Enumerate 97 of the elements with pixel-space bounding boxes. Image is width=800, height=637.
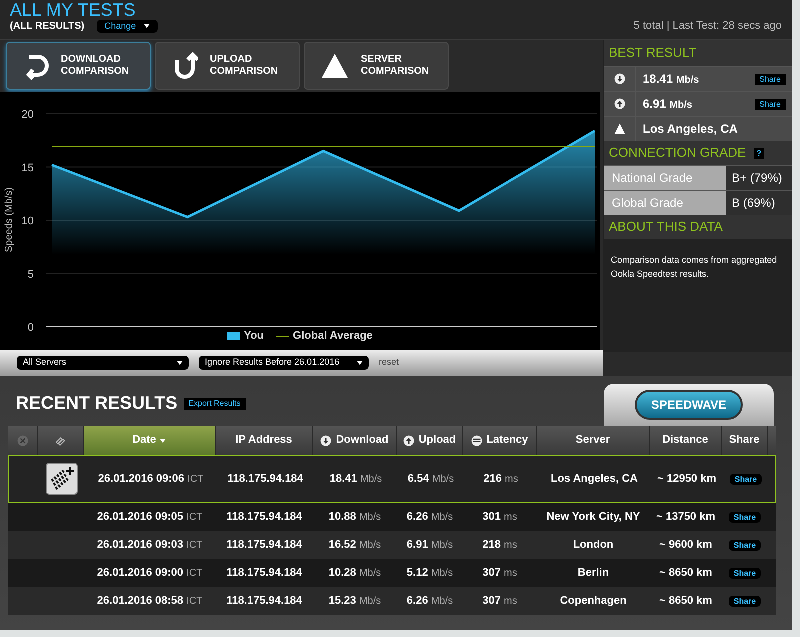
page-subtitle: (ALL RESULTS) — [10, 20, 85, 34]
y-tick-label: 10 — [22, 216, 34, 228]
result-row[interactable]: 26.01.2016 09:00 ICT 118.175.94.184 10.28 Mb/s 5.12 Mb/s 307 ms Berlin ~ 8650 km Share — [8, 559, 776, 587]
result-row[interactable]: 26.01.2016 09:06 ICT 118.175.94.184 18.41 Mb/s 6.54 Mb/s 216 ms Los Angeles, CA ~ 12950 km Share — [8, 455, 776, 503]
download-cell: 15.23 Mb/s — [328, 594, 382, 607]
section-heading: ABOUT THIS DATA — [604, 215, 792, 239]
legend-line — [276, 336, 290, 337]
section-title: RECENT RESULTS — [16, 392, 178, 415]
upload-cell: 6.54 Mb/s — [408, 472, 454, 485]
legend-label: You — [244, 329, 264, 344]
share-button[interactable]: Share — [728, 512, 762, 522]
triangle-icon — [321, 53, 349, 79]
download-cell: 10.28 Mb/s — [328, 566, 382, 579]
upload-arrow-icon — [172, 52, 198, 80]
upload-cell: 6.26 Mb/s — [406, 594, 454, 607]
y-tick-label: 5 — [28, 268, 34, 281]
down-arrow-circle-icon — [320, 434, 332, 446]
best-value: Los Angeles, CA — [642, 121, 739, 138]
grade-value: B (69%) — [726, 191, 792, 215]
upload-cell: 6.26 Mb/s — [406, 510, 454, 523]
share-button[interactable]: Share — [754, 74, 786, 84]
column-header[interactable]: Date — [84, 426, 216, 455]
share-button[interactable]: Share — [728, 540, 762, 550]
date-cell: 26.01.2016 09:00 ICT — [97, 566, 203, 579]
latency-cell: 301 ms — [482, 510, 518, 523]
caret-icon — [357, 360, 363, 366]
server-select[interactable]: All Servers — [17, 356, 189, 370]
legend-label: Global Average — [293, 329, 373, 344]
server-cell: Los Angeles, CA — [551, 472, 638, 485]
upload-cell: 6.91 Mb/s — [406, 538, 454, 551]
result-row[interactable]: 26.01.2016 09:03 ICT 118.175.94.184 16.52 Mb/s 6.91 Mb/s 218 ms London ~ 9600 km Share — [8, 531, 776, 559]
section-heading: CONNECTION GRADE — [609, 144, 746, 162]
grade-label: Global Grade — [604, 191, 726, 215]
comparison-tab[interactable]: DOWNLOAD COMPARISON — [6, 42, 151, 90]
section-heading: BEST RESULT — [604, 40, 792, 66]
ip-cell: 118.175.94.184 — [226, 510, 302, 523]
ip-cell: 118.175.94.184 — [226, 538, 302, 551]
caret-icon — [177, 360, 183, 366]
distance-cell: ~ 8650 km — [660, 566, 712, 579]
share-button[interactable]: Share — [728, 596, 762, 606]
ip-cell: 118.175.94.184 — [226, 594, 302, 607]
change-dropdown[interactable]: Change — [96, 20, 158, 33]
download-cell: 10.88 Mb/s — [328, 510, 382, 523]
distance-cell: ~ 13750 km — [656, 510, 716, 523]
gauge-icon — [470, 434, 483, 446]
y-tick-label: 20 — [22, 109, 34, 121]
latency-cell: 218 ms — [482, 538, 518, 551]
download-cell: 18.41 Mb/s — [330, 472, 382, 485]
comparison-tab[interactable]: UPLOAD COMPARISON — [155, 42, 300, 90]
date-cell: 26.01.2016 08:58 ICT — [97, 594, 203, 607]
sort-caret-icon — [160, 438, 166, 442]
share-button[interactable]: Share — [728, 568, 762, 578]
date-filter-select[interactable]: Ignore Results Before 26.01.2016 — [199, 356, 369, 370]
y-axis-label: Speeds (Mb/s) — [4, 187, 15, 253]
latency-cell: 307 ms — [482, 594, 518, 607]
best-value: 18.41 Mb/s — [642, 71, 700, 88]
server-cell: London — [573, 538, 614, 551]
result-row[interactable]: 26.01.2016 08:58 ICT 118.175.94.184 15.23 Mb/s 6.26 Mb/s 307 ms Copenhagen ~ 8650 km Share — [8, 587, 776, 615]
upload-cell: 5.12 Mb/s — [406, 566, 454, 579]
date-cell: 26.01.2016 09:05 ICT — [97, 510, 203, 523]
share-button[interactable]: Share — [754, 98, 786, 110]
distance-cell: ~ 8650 km — [660, 594, 712, 607]
export-button[interactable]: Export Results — [184, 398, 246, 410]
comparison-tab[interactable]: SERVER COMPARISON — [304, 42, 449, 90]
triangle-icon — [614, 123, 626, 135]
stack-plus-icon[interactable] — [46, 463, 78, 495]
up-arrow-circle-icon — [614, 98, 626, 110]
help-button[interactable]: ? — [754, 148, 764, 158]
stack-icon — [54, 434, 66, 446]
y-tick-label: 0 — [28, 322, 34, 334]
download-cell: 16.52 Mb/s — [328, 538, 382, 551]
share-button[interactable]: Share — [730, 474, 762, 484]
speedwave-button[interactable]: SPEEDWAVE — [635, 390, 743, 420]
best-value: 6.91 Mb/s — [642, 96, 694, 113]
grade-label: National Grade — [604, 166, 726, 190]
date-cell: 26.01.2016 09:06 ICT — [98, 472, 204, 485]
caret-icon — [144, 24, 150, 29]
about-text: Comparison data comes from aggregated Ookla Speedtest results. — [604, 239, 792, 352]
reset-link[interactable]: reset — [379, 356, 400, 370]
distance-cell: ~ 9600 km — [660, 538, 712, 551]
up-arrow-circle-icon — [402, 434, 415, 446]
latency-cell: 216 ms — [484, 472, 518, 485]
result-row[interactable]: 26.01.2016 09:05 ICT 118.175.94.184 10.88 Mb/s 6.26 Mb/s 301 ms New York City, NY ~ 13750 km Share — [8, 503, 776, 531]
ip-cell: 118.175.94.184 — [226, 566, 302, 579]
server-cell: Berlin — [578, 566, 610, 579]
distance-cell: ~ 12950 km — [657, 472, 717, 485]
test-summary: 5 total | Last Test: 28 secs ago — [634, 18, 782, 34]
date-cell: 26.01.2016 09:03 ICT — [97, 538, 203, 551]
page-title: ALL MY TESTS — [10, 1, 137, 19]
down-arrow-circle-icon — [614, 73, 626, 85]
legend-swatch — [227, 332, 240, 340]
ip-cell: 118.175.94.184 — [228, 472, 304, 485]
server-cell: Copenhagen — [560, 594, 627, 607]
latency-cell: 307 ms — [482, 566, 518, 579]
y-tick-label: 15 — [22, 162, 34, 174]
server-cell: New York City, NY — [546, 510, 640, 523]
grade-value: B+ (79%) — [726, 166, 792, 190]
